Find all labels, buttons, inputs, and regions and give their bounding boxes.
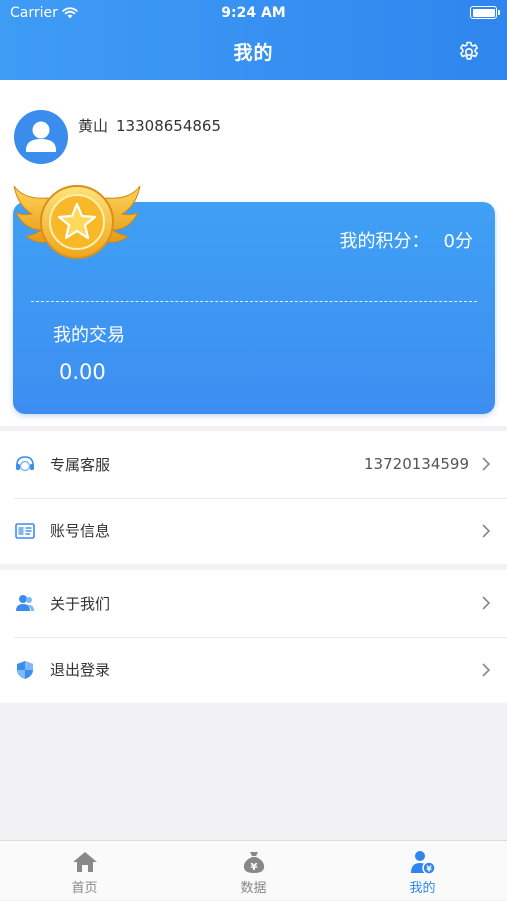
home-icon: [72, 852, 97, 872]
menu-label: 关于我们: [50, 594, 111, 613]
points-label: 我的积分：: [339, 231, 430, 252]
menu-row-customer-service[interactable]: 专属客服 13720134599: [0, 431, 507, 498]
user-info: 黄山 13308654865: [78, 115, 221, 136]
people-icon: [16, 595, 34, 612]
chevron-right-icon: [482, 663, 491, 677]
svg-text:¥: ¥: [250, 862, 257, 873]
tab-bar: 首页 ¥ 数据 ¥ 我的: [0, 840, 507, 900]
headset-icon: [16, 456, 34, 472]
menu-group-service: 专属客服 13720134599 账号信息: [0, 431, 507, 564]
menu-row-about-us[interactable]: 关于我们: [0, 570, 507, 637]
service-phone: 13720134599: [364, 455, 469, 474]
battery-icon: [470, 6, 500, 19]
nav-header: Carrier 9:24 AM 我的: [0, 0, 507, 80]
tab-label: 首页: [71, 881, 98, 896]
user-name: 黄山: [78, 117, 109, 135]
shield-icon: [17, 660, 33, 679]
points-value: 0分: [443, 231, 473, 252]
page-title: 我的: [233, 42, 274, 64]
gold-star-medal-icon: [13, 185, 141, 259]
menu-label: 退出登录: [50, 661, 111, 680]
id-card-icon: [15, 522, 35, 539]
card-divider: [31, 301, 477, 302]
tab-mine[interactable]: ¥ 我的: [338, 841, 507, 901]
tab-label: 我的: [409, 881, 436, 896]
user-yen-icon: ¥: [410, 851, 436, 875]
svg-text:¥: ¥: [426, 865, 432, 874]
chevron-right-icon: [482, 524, 491, 538]
menu-group-about: 关于我们 退出登录: [0, 570, 507, 703]
menu-row-account-info[interactable]: 账号信息: [0, 497, 507, 565]
status-time: 9:24 AM: [221, 5, 286, 21]
menu-label: 专属客服: [50, 455, 111, 474]
user-phone: 13308654865: [116, 117, 221, 135]
chevron-right-icon: [482, 596, 491, 610]
menu-label: 账号信息: [50, 522, 111, 541]
money-bag-icon: ¥: [243, 852, 264, 873]
tab-home[interactable]: 首页: [0, 841, 169, 901]
menu-row-logout[interactable]: 退出登录: [0, 636, 507, 704]
tab-label: 数据: [240, 881, 267, 896]
status-bar: Carrier 9:24 AM: [0, 0, 507, 28]
points-row: 我的积分： 0分: [340, 227, 473, 253]
chevron-right-icon: [482, 457, 491, 471]
trade-label: 我的交易: [53, 325, 125, 346]
user-avatar-icon[interactable]: [14, 110, 68, 164]
trade-value: 0.00: [59, 360, 106, 384]
tab-data[interactable]: ¥ 数据: [169, 841, 338, 901]
gear-icon[interactable]: [457, 40, 481, 64]
